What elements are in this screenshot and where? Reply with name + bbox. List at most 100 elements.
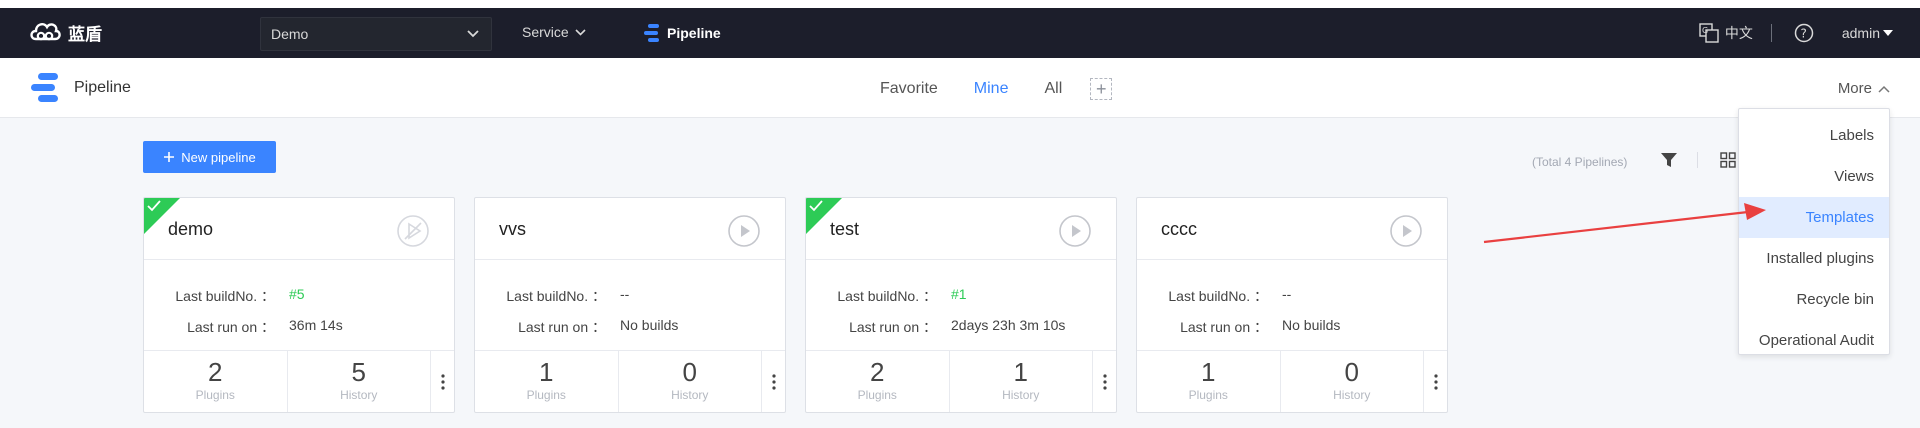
plugins-label: Plugins — [526, 388, 566, 402]
menu-item-installed-plugins[interactable]: Installed plugins — [1739, 238, 1889, 279]
more-button[interactable]: More — [1838, 80, 1890, 97]
history-stat[interactable]: 0 History — [619, 351, 762, 412]
plugins-label: Plugins — [1188, 388, 1228, 402]
new-pipeline-label: New pipeline — [181, 149, 256, 165]
history-count: 0 — [682, 357, 697, 387]
top-strip — [0, 0, 1920, 8]
tab-favorite[interactable]: Favorite — [880, 80, 938, 98]
last-run-label: Last run on ： — [849, 319, 937, 335]
pipeline-card[interactable]: vvs Last buildNo. ： -- Last run on ： No bu… — [474, 197, 786, 413]
nav-pipeline-link[interactable]: Pipeline — [643, 23, 721, 43]
card-body: Last buildNo. ： -- Last run on ： No builds — [475, 260, 785, 351]
card-header: test — [806, 198, 1116, 260]
plugins-stat: 2 Plugins — [144, 351, 288, 412]
pipeline-icon — [31, 73, 58, 102]
plugins-count: 2 — [870, 357, 885, 387]
pipeline-name[interactable]: cccc — [1161, 219, 1197, 240]
pipeline-name[interactable]: demo — [168, 219, 213, 240]
last-build-value[interactable]: #1 — [941, 286, 967, 317]
pipeline-name[interactable]: test — [830, 219, 859, 240]
project-select-value: Demo — [271, 26, 309, 42]
nav-right: G 中文 ? admin — [1699, 23, 1894, 43]
card-body: Last buildNo. ： #5 Last run on ： 36m 14s — [144, 260, 454, 351]
pipeline-name[interactable]: vvs — [499, 219, 526, 240]
pipeline-card[interactable]: test Last buildNo. ： #1 Last run on ： 2day… — [805, 197, 1117, 413]
last-build-label: Last buildNo. ： — [837, 288, 937, 304]
last-build-value: -- — [1282, 286, 1292, 302]
sub-header: Pipeline Favorite Mine All + More — [0, 58, 1920, 118]
toolbar-divider — [1697, 152, 1698, 168]
tab-all[interactable]: All — [1044, 80, 1062, 98]
last-build-value[interactable]: #5 — [279, 286, 305, 317]
card-menu-icon[interactable] — [1093, 351, 1116, 412]
menu-item-templates[interactable]: Templates — [1739, 197, 1889, 238]
pipeline-icon — [644, 24, 659, 42]
plugins-stat: 1 Plugins — [1137, 351, 1281, 412]
menu-item-views[interactable]: Views — [1739, 156, 1889, 197]
project-select[interactable]: Demo — [260, 17, 492, 51]
card-menu-icon[interactable] — [762, 351, 785, 412]
add-view-icon[interactable]: + — [1090, 78, 1113, 100]
menu-item-labels[interactable]: Labels — [1739, 115, 1889, 156]
card-footer: 2 Plugins 1 History — [806, 351, 1116, 412]
user-name: admin — [1841, 25, 1880, 41]
history-count: 5 — [351, 357, 366, 387]
plugins-count: 1 — [1201, 357, 1216, 387]
card-body: Last buildNo. ： #1 Last run on ： 2days 23h… — [806, 260, 1116, 351]
filter-icon[interactable] — [1660, 151, 1678, 169]
tab-mine[interactable]: Mine — [974, 80, 1009, 98]
nav-divider — [1770, 24, 1772, 42]
card-menu-icon[interactable] — [431, 351, 454, 412]
plugins-stat: 1 Plugins — [475, 351, 619, 412]
plugins-count: 1 — [539, 357, 554, 387]
vertical-dots-icon — [1102, 374, 1107, 390]
last-run-label: Last run on ： — [518, 319, 606, 335]
plugins-stat: 2 Plugins — [806, 351, 950, 412]
page-title-text: Pipeline — [74, 79, 131, 96]
run-icon[interactable] — [1058, 214, 1092, 248]
new-pipeline-button[interactable]: New pipeline — [143, 141, 276, 173]
service-menu-label: Service — [522, 24, 569, 40]
help-icon[interactable]: ? — [1794, 23, 1814, 43]
caret-down-icon — [1883, 30, 1893, 36]
more-dropdown-menu: Labels Views Templates Installed plugins… — [1738, 108, 1890, 355]
run-icon[interactable] — [727, 214, 761, 248]
check-icon — [147, 200, 161, 212]
history-label: History — [1333, 388, 1371, 402]
service-menu[interactable]: Service — [522, 24, 586, 40]
history-stat[interactable]: 0 History — [1281, 351, 1424, 412]
last-run-label: Last run on ： — [1180, 319, 1268, 335]
language-switch[interactable]: G 中文 — [1699, 23, 1753, 43]
grid-view-icon[interactable] — [1720, 152, 1736, 168]
last-run-value: No builds — [620, 317, 679, 333]
view-tabs: Favorite Mine All + — [880, 78, 1113, 100]
svg-text:G: G — [1702, 26, 1708, 35]
user-menu[interactable]: admin — [1842, 25, 1894, 41]
last-run-value: No builds — [1282, 317, 1341, 333]
card-header: cccc — [1137, 198, 1447, 260]
history-count: 0 — [1344, 357, 1359, 387]
history-stat[interactable]: 1 History — [950, 351, 1093, 412]
menu-item-operational-audit[interactable]: Operational Audit — [1739, 320, 1889, 361]
card-footer: 1 Plugins 0 History — [1137, 351, 1447, 412]
logo[interactable]: 蓝盾 — [28, 19, 102, 45]
last-build-label: Last buildNo. ： — [1168, 288, 1268, 304]
last-build-label: Last buildNo. ： — [506, 288, 606, 304]
run-icon[interactable] — [1389, 214, 1423, 248]
pipeline-card[interactable]: demo Last buildNo. ： #5 Last run on ： 36m … — [143, 197, 455, 413]
card-footer: 2 Plugins 5 History — [144, 351, 454, 412]
last-build-value: -- — [620, 286, 630, 302]
chevron-down-icon — [575, 28, 586, 36]
card-header: demo — [144, 198, 454, 260]
menu-item-recycle-bin[interactable]: Recycle bin — [1739, 279, 1889, 320]
plugins-label: Plugins — [195, 388, 235, 402]
nav-pipeline-label: Pipeline — [667, 25, 721, 41]
card-menu-icon[interactable] — [1424, 351, 1447, 412]
chevron-up-icon — [1878, 85, 1890, 93]
card-body: Last buildNo. ： -- Last run on ： No builds — [1137, 260, 1447, 351]
svg-text:?: ? — [1800, 27, 1806, 41]
run-disabled-icon[interactable] — [396, 214, 430, 248]
pipeline-card[interactable]: cccc Last buildNo. ： -- Last run on ： No b… — [1136, 197, 1448, 413]
pipeline-total: (Total 4 Pipelines) — [1532, 155, 1628, 169]
history-stat[interactable]: 5 History — [288, 351, 431, 412]
